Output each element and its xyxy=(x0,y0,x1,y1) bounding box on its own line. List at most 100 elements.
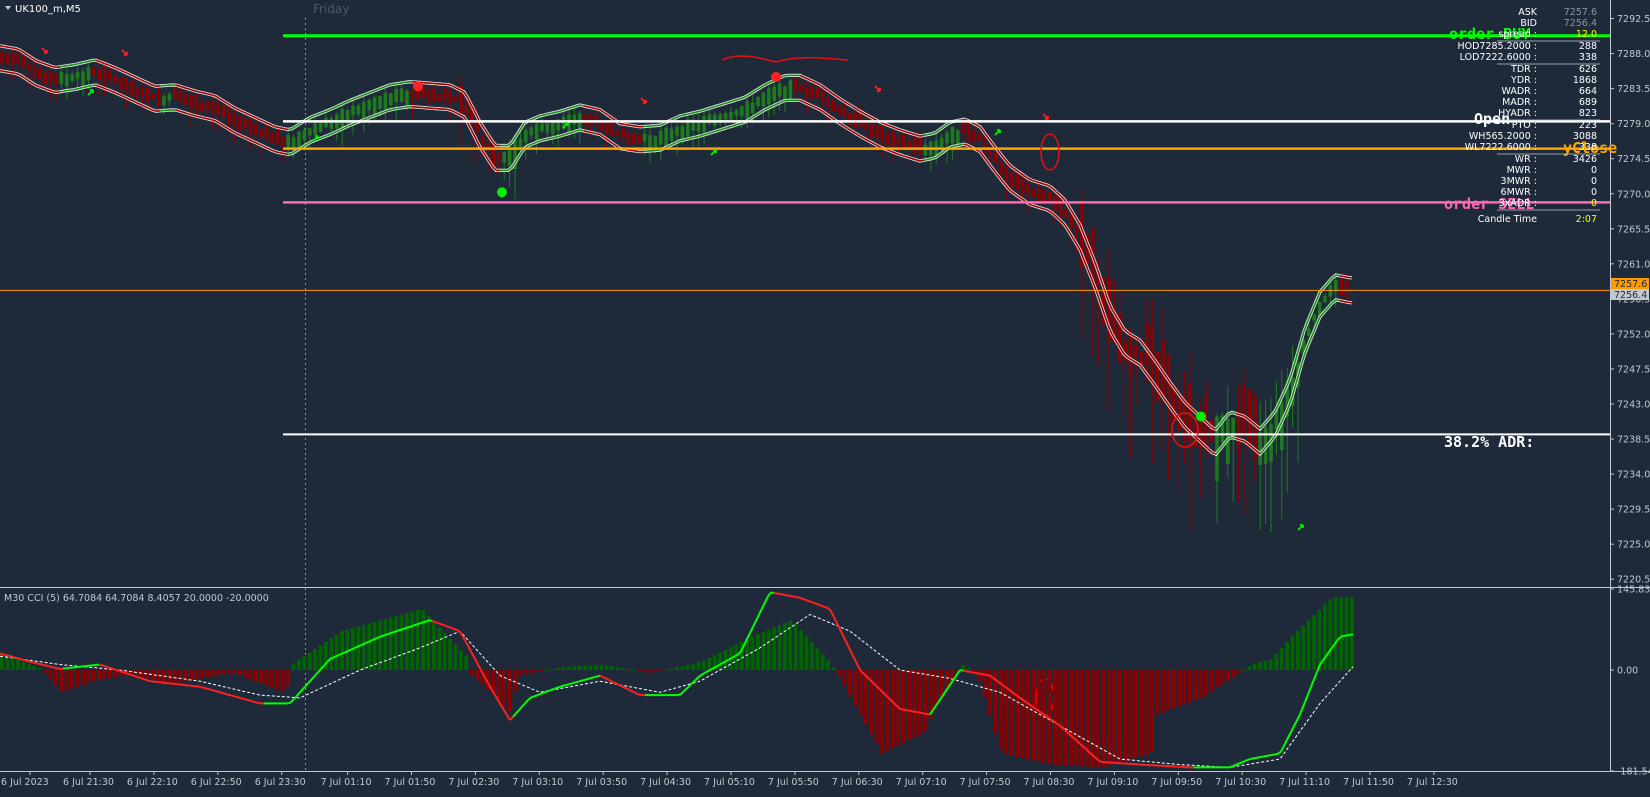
cci-histogram-bar xyxy=(972,670,976,671)
cci-histogram-bar xyxy=(1280,648,1284,670)
cci-main-line xyxy=(588,678,591,679)
cci-main-line xyxy=(795,597,798,598)
price-tick-label: 7288.0 xyxy=(1617,49,1650,60)
cci-main-line xyxy=(1230,766,1233,767)
band-core xyxy=(680,115,684,116)
band-core xyxy=(544,114,548,115)
candle-body xyxy=(529,127,533,135)
cci-main-line xyxy=(36,663,39,664)
cci-histogram-bar xyxy=(205,670,209,677)
candle-body xyxy=(313,123,317,135)
cci-histogram-bar xyxy=(400,615,404,670)
cci-main-line xyxy=(816,604,819,605)
candle-body xyxy=(1129,337,1133,376)
band-core xyxy=(552,112,556,113)
cci-main-line xyxy=(138,677,141,678)
cci-histogram-bar xyxy=(335,635,339,670)
cci-histogram-bar xyxy=(659,670,663,671)
time-tick-label: 7 Jul 12:30 xyxy=(1407,777,1458,788)
time-tick-label: 7 Jul 01:10 xyxy=(321,777,372,788)
cci-main-line xyxy=(207,689,210,690)
cci-main-line xyxy=(54,668,57,669)
candle-body xyxy=(1075,225,1079,233)
cci-main-line xyxy=(969,672,972,673)
candle-body xyxy=(286,135,290,147)
band-core xyxy=(924,134,928,135)
cci-main-line xyxy=(27,661,30,662)
cci-main-line xyxy=(810,602,813,603)
cci-main-line xyxy=(984,675,987,676)
info-row-value: 0 xyxy=(1591,176,1597,187)
candle-body xyxy=(1042,190,1046,201)
cci-main-line xyxy=(333,656,336,657)
candle-body xyxy=(270,134,274,143)
cci-histogram-bar xyxy=(761,632,765,670)
candle-body xyxy=(1145,322,1149,364)
cci-main-line xyxy=(960,670,963,671)
candle-body xyxy=(384,93,388,109)
cci-main-line xyxy=(42,665,45,666)
cci-main-line xyxy=(3,654,6,655)
cci-histogram-bar xyxy=(1215,670,1219,688)
cci-main-line xyxy=(963,671,966,672)
cci-main-line xyxy=(1347,635,1350,636)
cci-main-line xyxy=(582,680,585,681)
cci-histogram-bar xyxy=(103,670,107,679)
price-tick-label: 7274.5 xyxy=(1617,154,1650,165)
band-core xyxy=(624,124,628,125)
cci-main-line xyxy=(12,657,15,658)
cci-histogram-bar xyxy=(875,670,879,744)
candle-body xyxy=(735,110,739,116)
cci-histogram-bar xyxy=(1123,670,1127,761)
cci-main-line xyxy=(603,677,606,678)
candle-body xyxy=(627,132,631,145)
cci-histogram-bar xyxy=(1112,670,1116,764)
candle-body xyxy=(303,130,307,140)
cci-main-line xyxy=(921,713,924,714)
cci-main-line xyxy=(819,605,822,606)
info-row-value: 0 xyxy=(1591,187,1597,198)
band-core xyxy=(548,138,552,139)
cci-histogram-bar xyxy=(556,668,560,670)
cci-histogram-bar xyxy=(610,666,614,670)
green-dot-marker xyxy=(1196,411,1206,421)
info-row-value: 7256.4 xyxy=(1564,18,1597,29)
cci-main-line xyxy=(1263,756,1266,757)
cci-histogram-bar xyxy=(589,665,593,670)
cci-histogram-bar xyxy=(1064,670,1068,765)
trading-chart[interactable]: 7292.57288.07283.57279.07274.57270.07265… xyxy=(0,0,1650,793)
candle-body xyxy=(891,131,895,147)
chart-canvas[interactable]: 7292.57288.07283.57279.07274.57270.07265… xyxy=(0,0,1650,793)
cci-histogram-bar xyxy=(464,656,468,671)
candle-body xyxy=(157,91,161,105)
candle-body xyxy=(216,103,220,114)
candle-body xyxy=(902,133,906,148)
time-tick-label: 7 Jul 05:10 xyxy=(704,777,755,788)
cci-histogram-bar xyxy=(211,670,215,676)
info-row-label: ASK xyxy=(1518,7,1538,18)
band-core xyxy=(552,137,556,138)
cci-histogram-bar xyxy=(448,639,452,671)
candle-body xyxy=(1064,210,1068,217)
cci-histogram-bar xyxy=(1231,670,1235,677)
cci-histogram-bar xyxy=(1301,626,1305,670)
band-core xyxy=(84,61,88,62)
cci-main-line xyxy=(774,593,777,594)
info-row-value: 12.0 xyxy=(1576,29,1597,40)
cci-histogram-bar xyxy=(1210,670,1214,691)
cci-main-line xyxy=(126,673,129,674)
cci-main-line xyxy=(1350,634,1353,635)
cci-main-line xyxy=(225,694,228,695)
cci-histogram-bar xyxy=(1150,670,1154,752)
candle-body xyxy=(1323,296,1327,302)
band-core xyxy=(76,63,80,64)
cci-histogram-bar xyxy=(545,670,549,671)
cci-histogram-bar xyxy=(243,670,247,677)
cci-main-line xyxy=(393,631,396,632)
candle-body xyxy=(772,87,776,101)
time-axis-ticks: 6 Jul 20236 Jul 21:306 Jul 22:106 Jul 22… xyxy=(1,771,1458,788)
cci-main-line xyxy=(114,669,117,670)
band-core xyxy=(80,87,84,88)
candle-body xyxy=(940,138,944,149)
candle-body xyxy=(211,101,215,111)
